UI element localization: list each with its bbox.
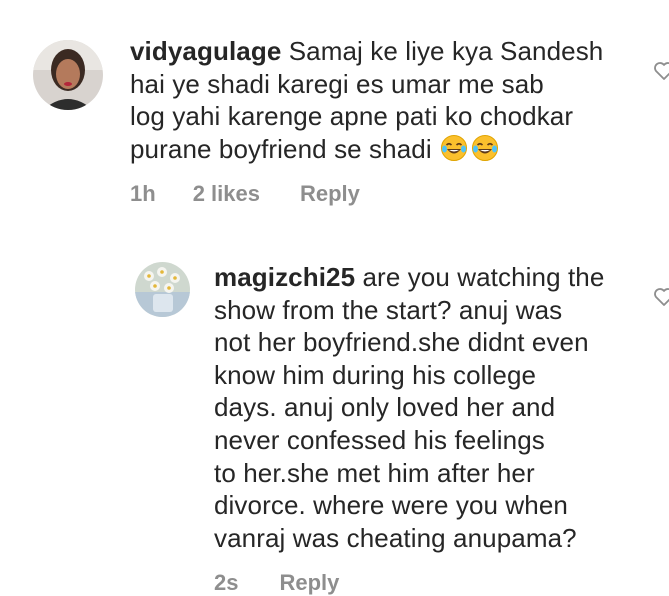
comment-meta: 1h 2 likes Reply — [130, 181, 360, 207]
timestamp: 1h — [130, 181, 156, 206]
comment-line: not her boyfriend.she didnt even — [214, 327, 589, 358]
comment-line: log yahi karenge apne pati ko chodkar — [130, 101, 574, 132]
username[interactable]: magizchi25 — [214, 262, 355, 292]
tears-of-joy-emoji-icon — [471, 134, 499, 162]
reply-button[interactable]: Reply — [279, 570, 339, 596]
reply-button[interactable]: Reply — [300, 181, 360, 207]
comment-line: Samaj ke liye kya Sandesh — [288, 36, 604, 66]
heart-outline-icon[interactable] — [653, 287, 669, 307]
username[interactable]: vidyagulage — [130, 36, 281, 66]
comment-text: magizchi25 are you watching the show fro… — [214, 261, 644, 554]
avatar[interactable] — [33, 40, 103, 110]
avatar-photo — [135, 262, 190, 317]
avatar-photo — [33, 40, 103, 110]
comment-line: never confessed his feelings — [214, 424, 545, 455]
comment-text: vidyagulage Samaj ke liye kya Sandesh ha… — [130, 35, 630, 165]
comment-line: are you watching the — [362, 262, 605, 292]
comment-line: know him during his college — [214, 359, 537, 390]
tears-of-joy-emoji-icon — [440, 134, 468, 162]
comment-line: days. anuj only loved her and — [214, 392, 556, 423]
avatar[interactable] — [135, 262, 190, 317]
heart-outline-icon[interactable] — [653, 61, 669, 81]
timestamp: 2s — [214, 570, 239, 595]
comment-line: divorce. where were you when — [214, 490, 568, 521]
comment-line: to her.she met him after her — [214, 457, 535, 488]
comment-line: vanraj was cheating anupama? — [214, 522, 577, 553]
comment-meta: 2s Reply — [214, 570, 339, 596]
likes-count[interactable]: 2 likes — [193, 181, 260, 207]
comment-line: purane boyfriend se shadi — [130, 133, 432, 164]
comment-line: show from the start? anuj was — [214, 294, 563, 325]
comment-line: hai ye shadi karegi es umar me sab — [130, 68, 544, 99]
